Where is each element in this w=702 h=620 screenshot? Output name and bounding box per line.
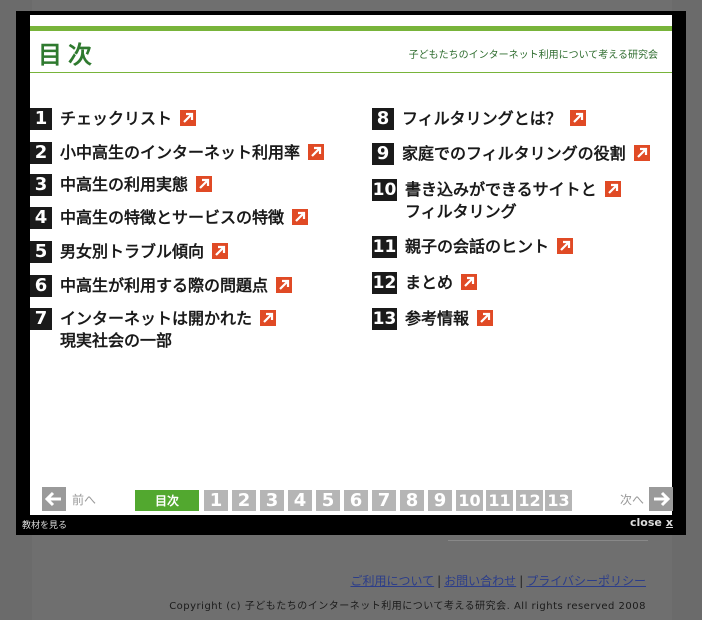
link-arrow-icon[interactable] [180, 110, 197, 126]
toc-number: 2 [30, 142, 52, 164]
page-button-5[interactable]: 5 [316, 490, 340, 511]
toc-label: 中高生の利用実態 [60, 175, 189, 194]
page-button-11[interactable]: 11 [486, 490, 513, 511]
header-bar [30, 26, 672, 31]
toc-label: 親子の会話のヒント [405, 237, 550, 256]
toc-number: 5 [30, 241, 52, 263]
toc-item-8[interactable]: 8 フィルタリングとは？ [372, 108, 586, 130]
toc-number: 6 [30, 275, 52, 297]
toc-item-7[interactable]: 7 インターネットは開かれた 現実社会の一部 [30, 308, 277, 352]
terms-link[interactable]: ご利用について [350, 574, 434, 588]
copyright: Copyright (c) 子どもたちのインターネット利用について考える研究会.… [169, 601, 646, 612]
close-icon[interactable]: x [666, 516, 673, 529]
toc-label: 小中高生のインターネット利用率 [60, 143, 301, 162]
toc-number: 10 [372, 179, 397, 201]
pager: 前へ 目次 1 2 3 4 5 6 7 8 9 10 11 12 13 次へ [30, 487, 673, 511]
toc-number: 8 [372, 108, 394, 130]
toc-label: 中高生が利用する際の問題点 [60, 276, 269, 295]
link-arrow-icon[interactable] [604, 181, 621, 197]
link-arrow-icon[interactable] [292, 209, 309, 225]
page-button-9[interactable]: 9 [428, 490, 452, 511]
toc-label: 中高生の特徴とサービスの特徴 [60, 208, 285, 227]
header-divider [30, 72, 672, 73]
toc-item-2[interactable]: 2 小中高生のインターネット利用率 [30, 142, 325, 164]
toc-item-6[interactable]: 6 中高生が利用する際の問題点 [30, 275, 293, 297]
page-button-3[interactable]: 3 [260, 490, 284, 511]
close-button[interactable]: close x [630, 516, 673, 529]
toc-item-12[interactable]: 12 まとめ [372, 272, 478, 294]
page-button-12[interactable]: 12 [516, 490, 543, 511]
toc-number: 7 [30, 308, 52, 330]
toc-panel: 目次 子どもたちのインターネット利用について考える研究会 1 チェックリスト 2… [30, 15, 673, 515]
toc-label-line2: 現実社会の一部 [60, 331, 173, 350]
page-button-1[interactable]: 1 [204, 490, 228, 511]
toc-item-1[interactable]: 1 チェックリスト [30, 108, 197, 130]
toc-number: 3 [30, 174, 52, 196]
page-button-7[interactable]: 7 [372, 490, 396, 511]
organization-name: 子どもたちのインターネット利用について考える研究会 [408, 50, 658, 61]
link-arrow-icon[interactable] [461, 274, 478, 290]
page-button-6[interactable]: 6 [344, 490, 368, 511]
page-button-13[interactable]: 13 [545, 490, 572, 511]
view-materials-link[interactable]: 教材を見る [22, 518, 67, 531]
toc-modal: 目次 子どもたちのインターネット利用について考える研究会 1 チェックリスト 2… [16, 11, 686, 535]
toc-number: 4 [30, 207, 52, 229]
toc-label: チェックリスト [60, 109, 173, 128]
toc-number: 11 [372, 236, 397, 258]
link-arrow-icon[interactable] [260, 310, 277, 326]
background-footer-links: ご利用について | お問い合わせ | プライバシーポリシー [350, 574, 646, 588]
toc-item-11[interactable]: 11 親子の会話のヒント [372, 236, 574, 258]
prev-arrow-icon[interactable] [42, 487, 66, 511]
privacy-link[interactable]: プライバシーポリシー [526, 574, 646, 588]
link-arrow-icon[interactable] [276, 277, 293, 293]
link-arrow-icon[interactable] [308, 144, 325, 160]
link-arrow-icon[interactable] [477, 310, 494, 326]
link-arrow-icon[interactable] [633, 145, 650, 161]
toc-label-line2: フィルタリング [405, 202, 517, 221]
toc-item-9[interactable]: 9 家庭でのフィルタリングの役割 [372, 143, 650, 165]
toc-label: フィルタリングとは？ [402, 109, 562, 128]
link-arrow-icon[interactable] [196, 176, 213, 192]
toc-label: 男女別トラブル傾向 [60, 242, 205, 261]
page-button-4[interactable]: 4 [288, 490, 312, 511]
toc-item-4[interactable]: 4 中高生の特徴とサービスの特徴 [30, 207, 309, 229]
prev-button[interactable]: 前へ [72, 491, 96, 508]
link-arrow-icon[interactable] [569, 110, 586, 126]
next-arrow-icon[interactable] [649, 487, 673, 511]
toc-item-3[interactable]: 3 中高生の利用実態 [30, 174, 213, 196]
toc-label: 家庭でのフィルタリングの役割 [402, 144, 626, 163]
toc-label: まとめ [405, 273, 454, 292]
toc-number: 1 [30, 108, 52, 130]
page-button-2[interactable]: 2 [232, 490, 256, 511]
link-arrow-icon[interactable] [212, 243, 229, 259]
contact-link[interactable]: お問い合わせ [444, 574, 516, 588]
toc-number: 9 [372, 143, 394, 165]
toc-item-13[interactable]: 13 参考情報 [372, 308, 494, 330]
toc-number: 13 [372, 308, 397, 330]
link-arrow-icon[interactable] [557, 238, 574, 254]
page-title: 目次 [38, 41, 98, 69]
toc-number: 12 [372, 272, 397, 294]
background-divider [448, 537, 648, 541]
page-button-10[interactable]: 10 [456, 490, 483, 511]
toc-label: 書き込みができるサイトと [405, 180, 597, 199]
toc-label: インターネットは開かれた [60, 309, 253, 328]
page-button-8[interactable]: 8 [400, 490, 424, 511]
next-button[interactable]: 次へ [620, 491, 644, 508]
toc-item-5[interactable]: 5 男女別トラブル傾向 [30, 241, 229, 263]
toc-label: 参考情報 [405, 309, 470, 328]
pager-toc-button[interactable]: 目次 [135, 490, 199, 511]
toc-item-10[interactable]: 10 書き込みができるサイトと フィルタリング [372, 179, 621, 223]
